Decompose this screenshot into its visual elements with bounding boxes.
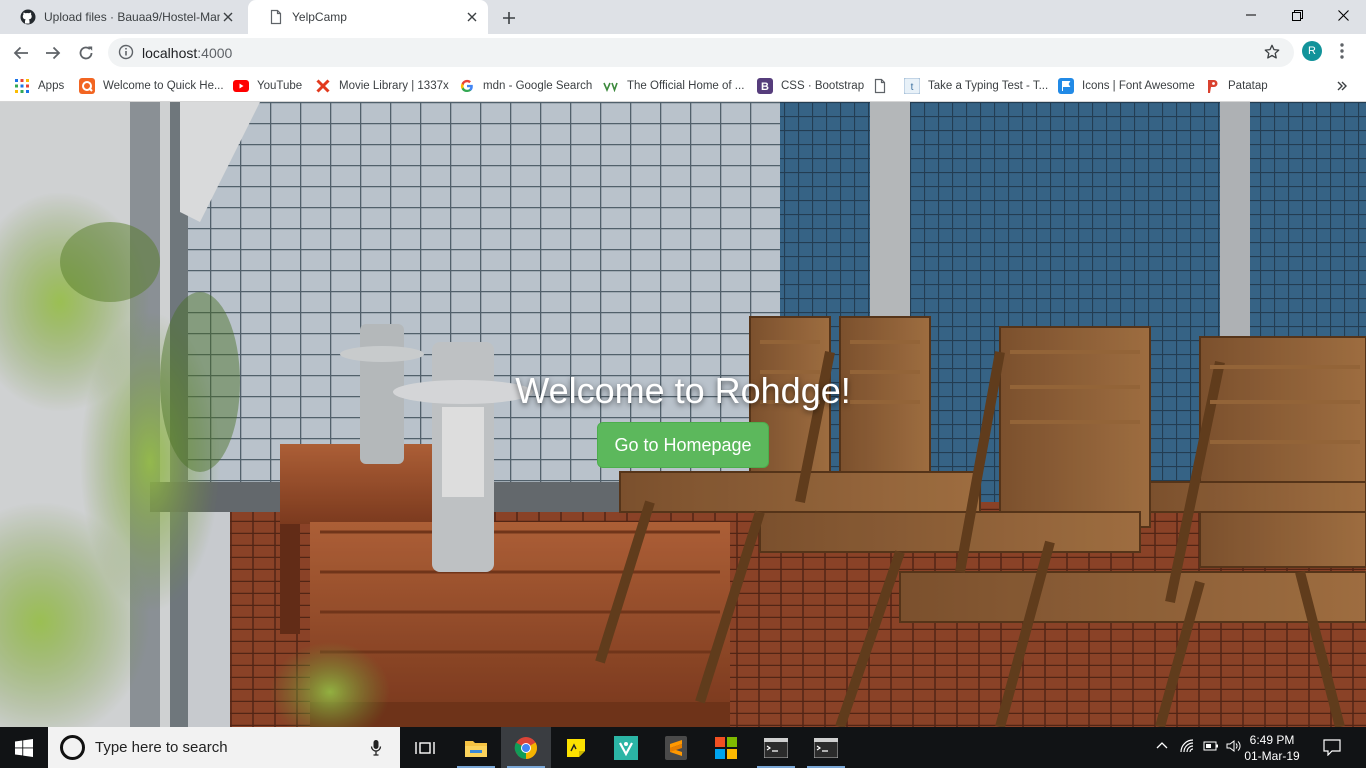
wifi-icon[interactable]	[1180, 739, 1194, 758]
office-icon[interactable]	[701, 727, 751, 768]
bookmark-label: Apps	[38, 80, 65, 92]
chrome-icon[interactable]	[501, 727, 551, 768]
clock-time: 6:49 PM	[1249, 733, 1295, 747]
forward-button[interactable]	[40, 40, 66, 66]
fontawesome-icon	[1058, 78, 1074, 94]
tab-upload-files[interactable]: Upload files · Bauaa9/Hostel-Manag	[0, 0, 244, 34]
bookmark-mdn-search[interactable]: mdn - Google Search	[459, 77, 592, 95]
app-icon[interactable]	[601, 727, 651, 768]
bookmark-label: The Official Home of ...	[627, 80, 745, 92]
bookmark-quickheal[interactable]: Welcome to Quick He...	[79, 77, 224, 95]
chevron-up-icon[interactable]	[1156, 739, 1168, 757]
address-bar[interactable]: localhost:4000	[108, 38, 1294, 67]
bookmark-1337x[interactable]: Movie Library | 1337x	[315, 77, 449, 95]
youtube-icon	[233, 78, 249, 94]
bookmark-label: Welcome to Quick He...	[103, 80, 224, 92]
windows-logo-icon	[15, 738, 33, 757]
start-button[interactable]	[0, 727, 48, 768]
minimize-button[interactable]	[1228, 0, 1274, 30]
bookmark-label: Movie Library | 1337x	[339, 80, 449, 92]
bookmark-label: Patatap	[1228, 80, 1268, 92]
system-clock[interactable]: 6:49 PM 01-Mar-19	[1242, 732, 1302, 764]
typing-test-icon: t	[904, 78, 920, 94]
vim-icon	[603, 78, 619, 94]
patatap-icon	[1204, 78, 1220, 94]
1337x-icon	[315, 78, 331, 94]
bookmarks-overflow-icon[interactable]	[1336, 77, 1348, 95]
bookmarks-bar: Apps Welcome to Quick He... YouTube Movi…	[0, 71, 1366, 102]
menu-icon[interactable]	[1334, 42, 1350, 65]
quickheal-icon	[79, 78, 95, 94]
close-tab-icon[interactable]	[464, 9, 480, 25]
tab-title: YelpCamp	[292, 10, 347, 24]
bookmark-star-icon[interactable]	[1264, 44, 1280, 65]
sublime-text-icon[interactable]	[651, 727, 701, 768]
bookmark-vim[interactable]: The Official Home of ...	[603, 77, 744, 95]
url-text: localhost:4000	[142, 45, 232, 61]
tab-yelpcamp[interactable]: YelpCamp	[248, 0, 488, 34]
bookmark-bootstrap[interactable]: B CSS · Bootstrap	[757, 77, 864, 95]
search-placeholder: Type here to search	[95, 739, 228, 756]
cmd-icon[interactable]	[751, 727, 801, 768]
bookmark-label: CSS · Bootstrap	[781, 80, 865, 92]
back-button[interactable]	[8, 40, 34, 66]
browser-toolbar: localhost:4000	[0, 34, 1366, 71]
tab-strip: Upload files · Bauaa9/Hostel-Manag YelpC…	[0, 0, 1366, 34]
close-window-button[interactable]	[1320, 0, 1366, 30]
github-icon	[20, 9, 36, 25]
new-tab-button[interactable]	[498, 7, 520, 29]
page-icon	[268, 9, 284, 25]
welcome-heading: Welcome to Rohdge!	[515, 370, 851, 411]
go-to-homepage-button[interactable]: Go to Homepage	[597, 422, 769, 468]
cortana-icon	[60, 735, 85, 760]
bookmark-typing-test[interactable]: t Take a Typing Test - T...	[904, 77, 1048, 95]
url-port: :4000	[197, 45, 233, 61]
page-viewport: Welcome to Rohdge! Go to Homepage	[0, 102, 1366, 727]
info-icon[interactable]	[118, 44, 134, 65]
taskbar: Type here to search 6:49 PM 01-Mar-19	[0, 727, 1366, 768]
clock-date: 01-Mar-19	[1244, 749, 1300, 763]
url-host: localhost	[142, 45, 198, 61]
bootstrap-icon: B	[757, 78, 773, 94]
google-icon	[459, 78, 475, 94]
apps-grid-icon	[14, 78, 30, 94]
profile-avatar[interactable]: R	[1302, 41, 1322, 61]
restore-button[interactable]	[1274, 0, 1320, 30]
close-tab-icon[interactable]	[220, 9, 236, 25]
microphone-icon[interactable]	[370, 739, 382, 761]
sticky-notes-icon[interactable]	[551, 727, 601, 768]
bookmark-font-awesome[interactable]: Icons | Font Awesome	[1058, 77, 1195, 95]
tab-title: Upload files · Bauaa9/Hostel-Manag	[44, 10, 220, 24]
svg-text:t: t	[911, 82, 914, 93]
bookmark-label: Take a Typing Test - T...	[928, 80, 1049, 92]
bookmark-label: YouTube	[257, 80, 303, 92]
volume-icon[interactable]	[1226, 739, 1242, 758]
bookmark-blank-page[interactable]	[872, 77, 896, 95]
reload-button[interactable]	[73, 40, 99, 66]
bookmark-youtube[interactable]: YouTube	[233, 77, 302, 95]
cmd-icon[interactable]	[801, 727, 851, 768]
page-icon	[872, 78, 888, 94]
bookmark-apps[interactable]: Apps	[14, 77, 64, 95]
battery-icon[interactable]	[1203, 739, 1219, 757]
file-explorer-icon[interactable]	[451, 727, 501, 768]
svg-text:B: B	[761, 81, 769, 93]
bookmark-patatap[interactable]: Patatap	[1204, 77, 1268, 95]
bookmark-label: mdn - Google Search	[483, 80, 593, 92]
taskbar-search-box[interactable]: Type here to search	[48, 727, 400, 768]
task-view-icon[interactable]	[400, 727, 450, 768]
hero-background-image	[0, 102, 1366, 727]
bookmark-label: Icons | Font Awesome	[1082, 80, 1195, 92]
notification-icon[interactable]	[1323, 738, 1341, 761]
